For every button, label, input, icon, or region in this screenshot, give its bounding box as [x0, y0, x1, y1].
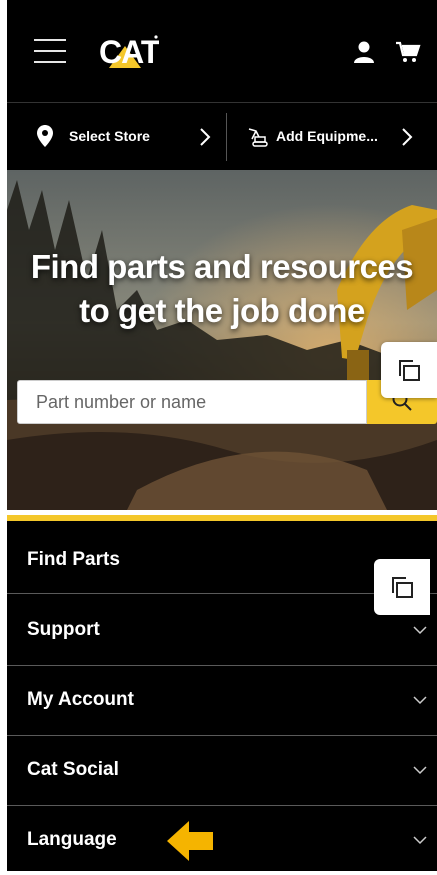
site-header: CAT: [7, 0, 437, 102]
hero-banner: Find parts and resources to get the job …: [7, 170, 437, 510]
chevron-down-icon: [413, 696, 427, 705]
chevron-down-icon: [413, 836, 427, 845]
menu-item-label: Cat Social: [27, 759, 119, 780]
pointer-arrow-icon: [167, 821, 213, 861]
menu-item-label: Language: [27, 829, 117, 850]
cart-icon[interactable]: [395, 40, 421, 64]
excavator-icon: [248, 128, 268, 147]
menu-item-label: My Account: [27, 689, 134, 710]
top-screen: CAT Select Store Add Equipme... Find par…: [7, 0, 437, 510]
chevron-right-icon: [200, 128, 211, 146]
menu-icon[interactable]: [34, 38, 66, 64]
hero-headline-line2: to get the job done: [79, 292, 365, 329]
user-icon[interactable]: [352, 40, 376, 64]
accent-stripe: [7, 515, 437, 521]
compare-float-button[interactable]: [374, 559, 430, 615]
hero-headline-line1: Find parts and resources: [30, 248, 414, 285]
chevron-down-icon: [413, 626, 427, 635]
select-store-button[interactable]: Select Store: [7, 103, 227, 171]
hero-background-image: [7, 170, 437, 510]
add-equipment-button[interactable]: Add Equipme...: [228, 103, 437, 171]
menu-item-language[interactable]: Language: [7, 805, 437, 875]
add-equipment-label: Add Equipme...: [276, 128, 378, 144]
svg-text:CAT: CAT: [99, 34, 159, 70]
compare-float-button[interactable]: [381, 342, 437, 398]
menu-item-label: Support: [27, 619, 100, 640]
cat-logo[interactable]: CAT: [97, 32, 162, 70]
bar-divider: [226, 113, 227, 161]
chevron-down-icon: [413, 766, 427, 775]
menu-item-support[interactable]: Support: [7, 595, 437, 666]
hero-headline: Find parts and resources to get the job …: [7, 245, 437, 333]
menu-item-label: Find Parts: [27, 549, 120, 570]
bottom-screen: Find Parts Support My Account Cat Social…: [7, 515, 437, 871]
chevron-right-icon: [402, 128, 413, 146]
menu-item-find-parts[interactable]: Find Parts: [7, 523, 437, 594]
menu-item-my-account[interactable]: My Account: [7, 665, 437, 736]
select-store-label: Select Store: [69, 128, 150, 144]
compare-icon: [399, 360, 420, 381]
compare-icon: [392, 577, 413, 598]
store-equipment-bar: Select Store Add Equipme...: [7, 102, 437, 171]
location-pin-icon: [37, 125, 53, 147]
menu-item-cat-social[interactable]: Cat Social: [7, 735, 437, 806]
search-input[interactable]: [17, 380, 367, 424]
part-search: [17, 380, 437, 426]
